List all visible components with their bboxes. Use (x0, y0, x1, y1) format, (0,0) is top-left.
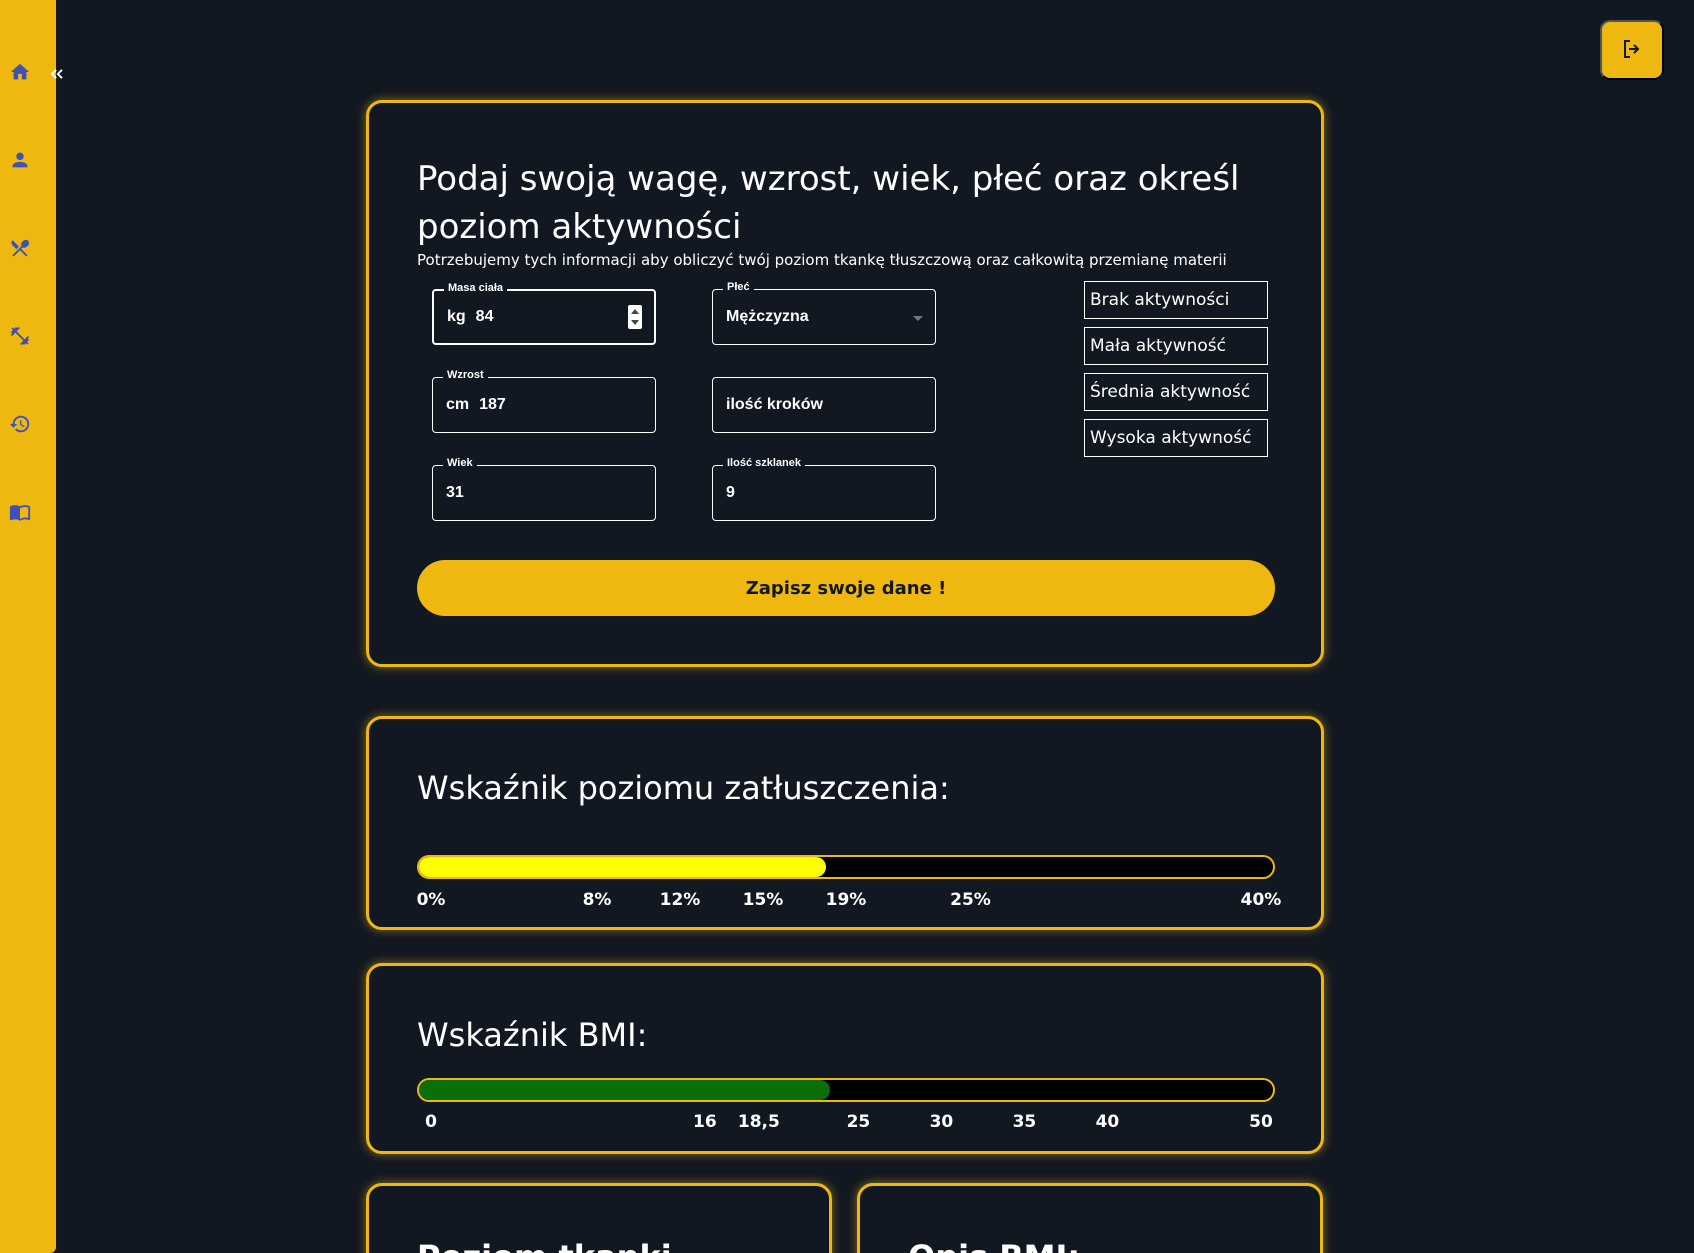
utensils-icon[interactable] (8, 236, 32, 260)
gender-value: Mężczyzna (726, 308, 809, 325)
chevrons-left-icon[interactable] (46, 62, 68, 86)
bmi-bar-fill (419, 1080, 830, 1100)
body-fat-level-card: Poziom tkanki (366, 1183, 832, 1253)
body-fat-bar (417, 855, 1275, 879)
fat-tick-label: 40% (1240, 890, 1282, 910)
weight-field[interactable]: Masa ciała kg 84 (432, 282, 656, 345)
form-title: Podaj swoją wagę, wzrost, wiek, płeć ora… (417, 159, 1240, 247)
height-field[interactable]: Wzrost cm 187 (432, 369, 656, 433)
form-subtitle: Potrzebujemy tych informacji aby obliczy… (417, 251, 1227, 269)
logout-button[interactable] (1600, 20, 1664, 80)
bmi-tick-label: 50 (1249, 1112, 1273, 1132)
activity-option-low[interactable]: Mała aktywność (1084, 327, 1268, 365)
bmi-tick-label: 18,5 (737, 1112, 780, 1132)
bmi-title: Wskaźnik BMI: (417, 1016, 648, 1054)
height-unit: cm (446, 396, 470, 413)
activity-option-medium[interactable]: Średnia aktywność (1084, 373, 1268, 411)
person-icon[interactable] (8, 148, 32, 172)
bmi-tick-label: 40 (1095, 1112, 1120, 1132)
fat-tick-label: 8% (582, 890, 612, 910)
bmi-description-title: Opis BMI: (908, 1238, 1080, 1253)
body-fat-bar-fill (419, 857, 826, 877)
logout-icon (1620, 37, 1644, 64)
dumbbell-icon[interactable] (8, 324, 32, 348)
bmi-tick-label: 25 (846, 1112, 871, 1132)
bmi-tick-label: 0 (425, 1112, 437, 1132)
activity-option-high[interactable]: Wysoka aktywność (1084, 419, 1268, 457)
book-icon[interactable] (8, 500, 32, 524)
activity-option-none[interactable]: Brak aktywności (1084, 281, 1268, 319)
fat-tick-label: 12% (659, 890, 701, 910)
home-icon[interactable] (8, 60, 32, 84)
bmi-bar (417, 1078, 1275, 1102)
body-fat-card: Wskaźnik poziomu zatłuszczenia: 0% 8% 12% 1… (366, 716, 1324, 930)
bmi-tick-label: 16 (693, 1112, 717, 1132)
number-spinner[interactable] (628, 305, 642, 329)
age-value: 31 (446, 484, 464, 501)
fat-tick-label: 0% (416, 890, 446, 910)
bmi-tick-label: 35 (1012, 1112, 1037, 1132)
bmi-tick-label: 30 (929, 1112, 954, 1132)
chevron-down-icon (913, 316, 923, 321)
glasses-value: 9 (726, 484, 735, 501)
weight-unit: kg (447, 308, 466, 325)
fat-tick-label: 15% (742, 890, 784, 910)
sidebar (0, 0, 56, 1253)
steps-placeholder: ilość kroków (726, 396, 823, 413)
history-icon[interactable] (8, 412, 32, 436)
age-field[interactable]: Wiek 31 (432, 457, 656, 521)
body-fat-title: Wskaźnik poziomu zatłuszczenia: (417, 769, 950, 807)
weight-value: 84 (475, 308, 494, 325)
gender-select[interactable]: Płeć Mężczyzna (712, 281, 936, 345)
bmi-description-card: Opis BMI: (857, 1183, 1323, 1253)
body-fat-level-title: Poziom tkanki (417, 1238, 672, 1253)
height-value: 187 (479, 396, 506, 413)
glasses-label: Ilość szklanek (723, 457, 805, 469)
glasses-field[interactable]: Ilość szklanek 9 (712, 457, 936, 521)
user-data-form-card: Podaj swoją wagę, wzrost, wiek, płeć ora… (366, 100, 1324, 667)
steps-field[interactable]: ilość kroków (712, 377, 936, 433)
save-button[interactable]: Zapisz swoje dane ! (417, 560, 1275, 616)
bmi-card: Wskaźnik BMI: 0 16 18,5 25 30 35 40 50 (366, 963, 1324, 1154)
fat-tick-label: 19% (825, 890, 867, 910)
fat-tick-label: 25% (950, 890, 991, 910)
